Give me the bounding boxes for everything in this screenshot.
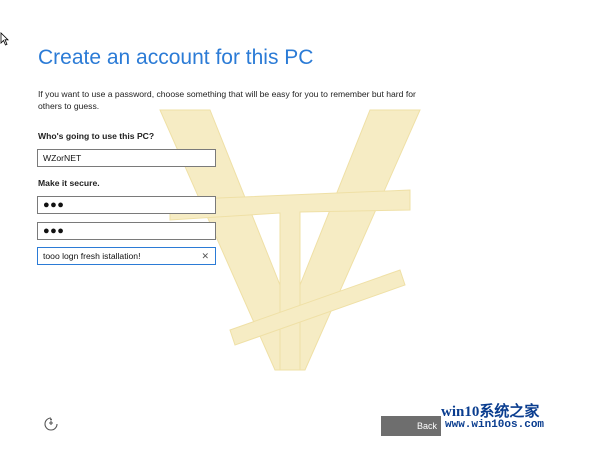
password-field[interactable]: ●●● (37, 196, 216, 214)
site-logo: win10系统之家 www.win10os.com (441, 400, 599, 436)
confirm-password-mask: ●●● (43, 225, 65, 237)
site-logo-brand: win10系统之家 (441, 404, 540, 420)
page-title: Create an account for this PC (38, 46, 314, 69)
username-value: WZorNET (43, 153, 82, 163)
password-hint-value: tooo logn fresh istallation! (43, 251, 141, 261)
confirm-password-field[interactable]: ●●● (37, 222, 216, 240)
username-label: Who's going to use this PC? (38, 131, 155, 141)
username-field[interactable]: WZorNET (37, 149, 216, 167)
site-logo-url: www.win10os.com (445, 419, 545, 431)
password-hint-field[interactable]: tooo logn fresh istallation! ✕ (37, 247, 216, 265)
page-description: If you want to use a password, choose so… (38, 89, 416, 111)
secure-label: Make it secure. (38, 178, 100, 188)
password-mask: ●●● (43, 199, 65, 211)
mouse-pointer-icon (0, 32, 9, 46)
clear-icon[interactable]: ✕ (201, 248, 209, 264)
back-button[interactable]: Back (381, 416, 441, 436)
ease-of-access-icon[interactable] (43, 416, 59, 432)
